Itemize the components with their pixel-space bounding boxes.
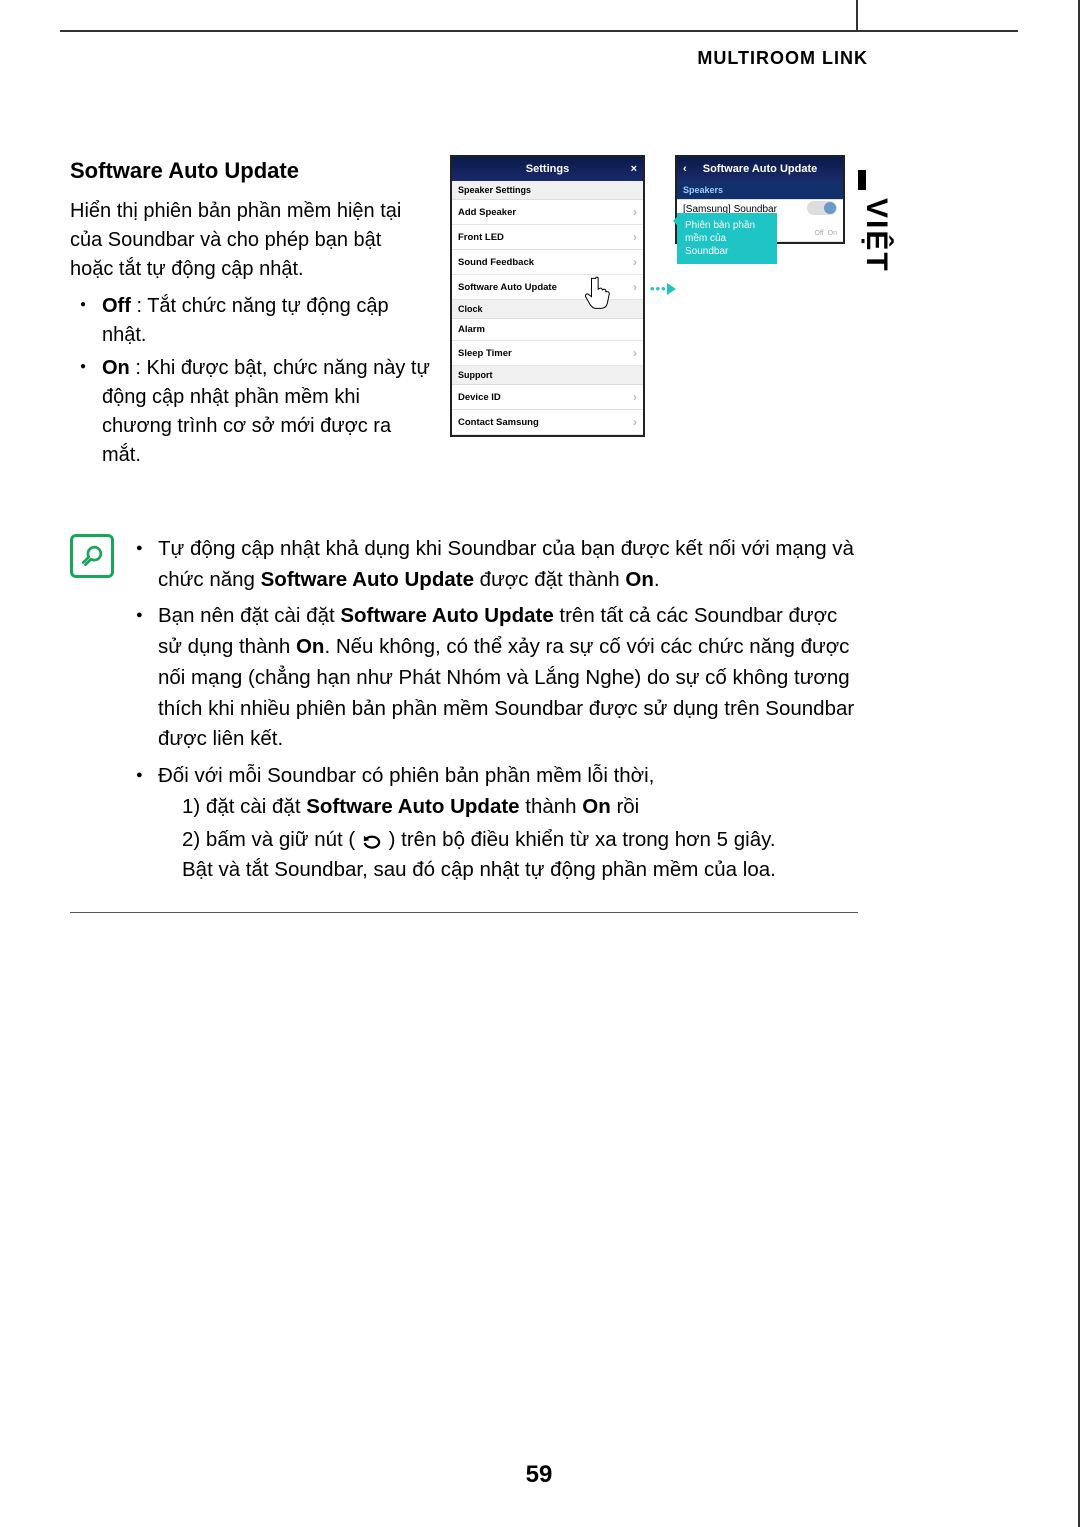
chevron-right-icon: ›: [633, 230, 637, 244]
close-icon[interactable]: ×: [631, 163, 637, 175]
note-item-1: Tự động cập nhật khả dụng khi Soundbar c…: [134, 534, 858, 596]
chevron-right-icon: ›: [633, 255, 637, 269]
menu-sound-feedback[interactable]: Sound Feedback›: [452, 250, 643, 275]
option-off: Off : Tắt chức năng tự động cập nhật.: [90, 292, 430, 350]
note-item-2: Bạn nên đặt cài đặt Software Auto Update…: [134, 601, 858, 755]
header-title: MULTIROOM LINK: [697, 48, 868, 69]
section-intro: Hiển thị phiên bản phần mềm hiện tại của…: [70, 197, 430, 284]
arrow-right-icon: •••: [650, 281, 676, 296]
note-step-2: 2) bấm và giữ nút ( ) trên bộ điều khiển…: [182, 825, 858, 887]
menu-front-led[interactable]: Front LED›: [452, 225, 643, 250]
header-divider: [856, 0, 858, 30]
version-callout: Phiên bản phần mềm của Soundbar: [677, 213, 777, 264]
note-block: Tự động cập nhật khả dụng khi Soundbar c…: [70, 534, 858, 913]
repeat-icon: [361, 831, 383, 849]
speaker-settings-header: Speaker Settings: [452, 181, 643, 200]
chevron-right-icon: ›: [633, 415, 637, 429]
language-label: VIỆT: [859, 198, 893, 273]
chevron-right-icon: ›: [633, 390, 637, 404]
speakers-header: Speakers: [677, 181, 843, 200]
chevron-right-icon: ›: [633, 346, 637, 360]
update-toggle[interactable]: [807, 201, 837, 215]
language-tab: VIỆT: [858, 170, 908, 350]
update-title: Software Auto Update: [703, 163, 818, 175]
page-number: 59: [0, 1461, 1078, 1489]
note-step-1: 1) đặt cài đặt Software Auto Update thàn…: [182, 792, 858, 823]
menu-sleep-timer[interactable]: Sleep Timer›: [452, 341, 643, 366]
note-icon: [70, 534, 114, 578]
settings-title: Settings: [526, 163, 569, 175]
header-rule: [60, 30, 1018, 32]
menu-device-id[interactable]: Device ID›: [452, 385, 643, 410]
description-column: Software Auto Update Hiển thị phiên bản …: [70, 155, 430, 474]
chevron-right-icon: ›: [633, 205, 637, 219]
menu-add-speaker[interactable]: Add Speaker›: [452, 200, 643, 225]
chevron-right-icon: ›: [633, 280, 637, 294]
back-icon[interactable]: ‹: [683, 163, 687, 175]
support-header: Support: [452, 366, 643, 385]
hand-pointer-icon: [582, 275, 616, 315]
note-item-3: Đối với mỗi Soundbar có phiên bản phần m…: [134, 761, 858, 886]
option-on: On : Khi được bật, chức năng này tự động…: [90, 354, 430, 470]
figure-column: Settings × Speaker Settings Add Speaker›…: [450, 155, 858, 474]
section-heading: Software Auto Update: [70, 155, 430, 187]
menu-contact-samsung[interactable]: Contact Samsung›: [452, 410, 643, 435]
menu-alarm[interactable]: Alarm: [452, 319, 643, 341]
